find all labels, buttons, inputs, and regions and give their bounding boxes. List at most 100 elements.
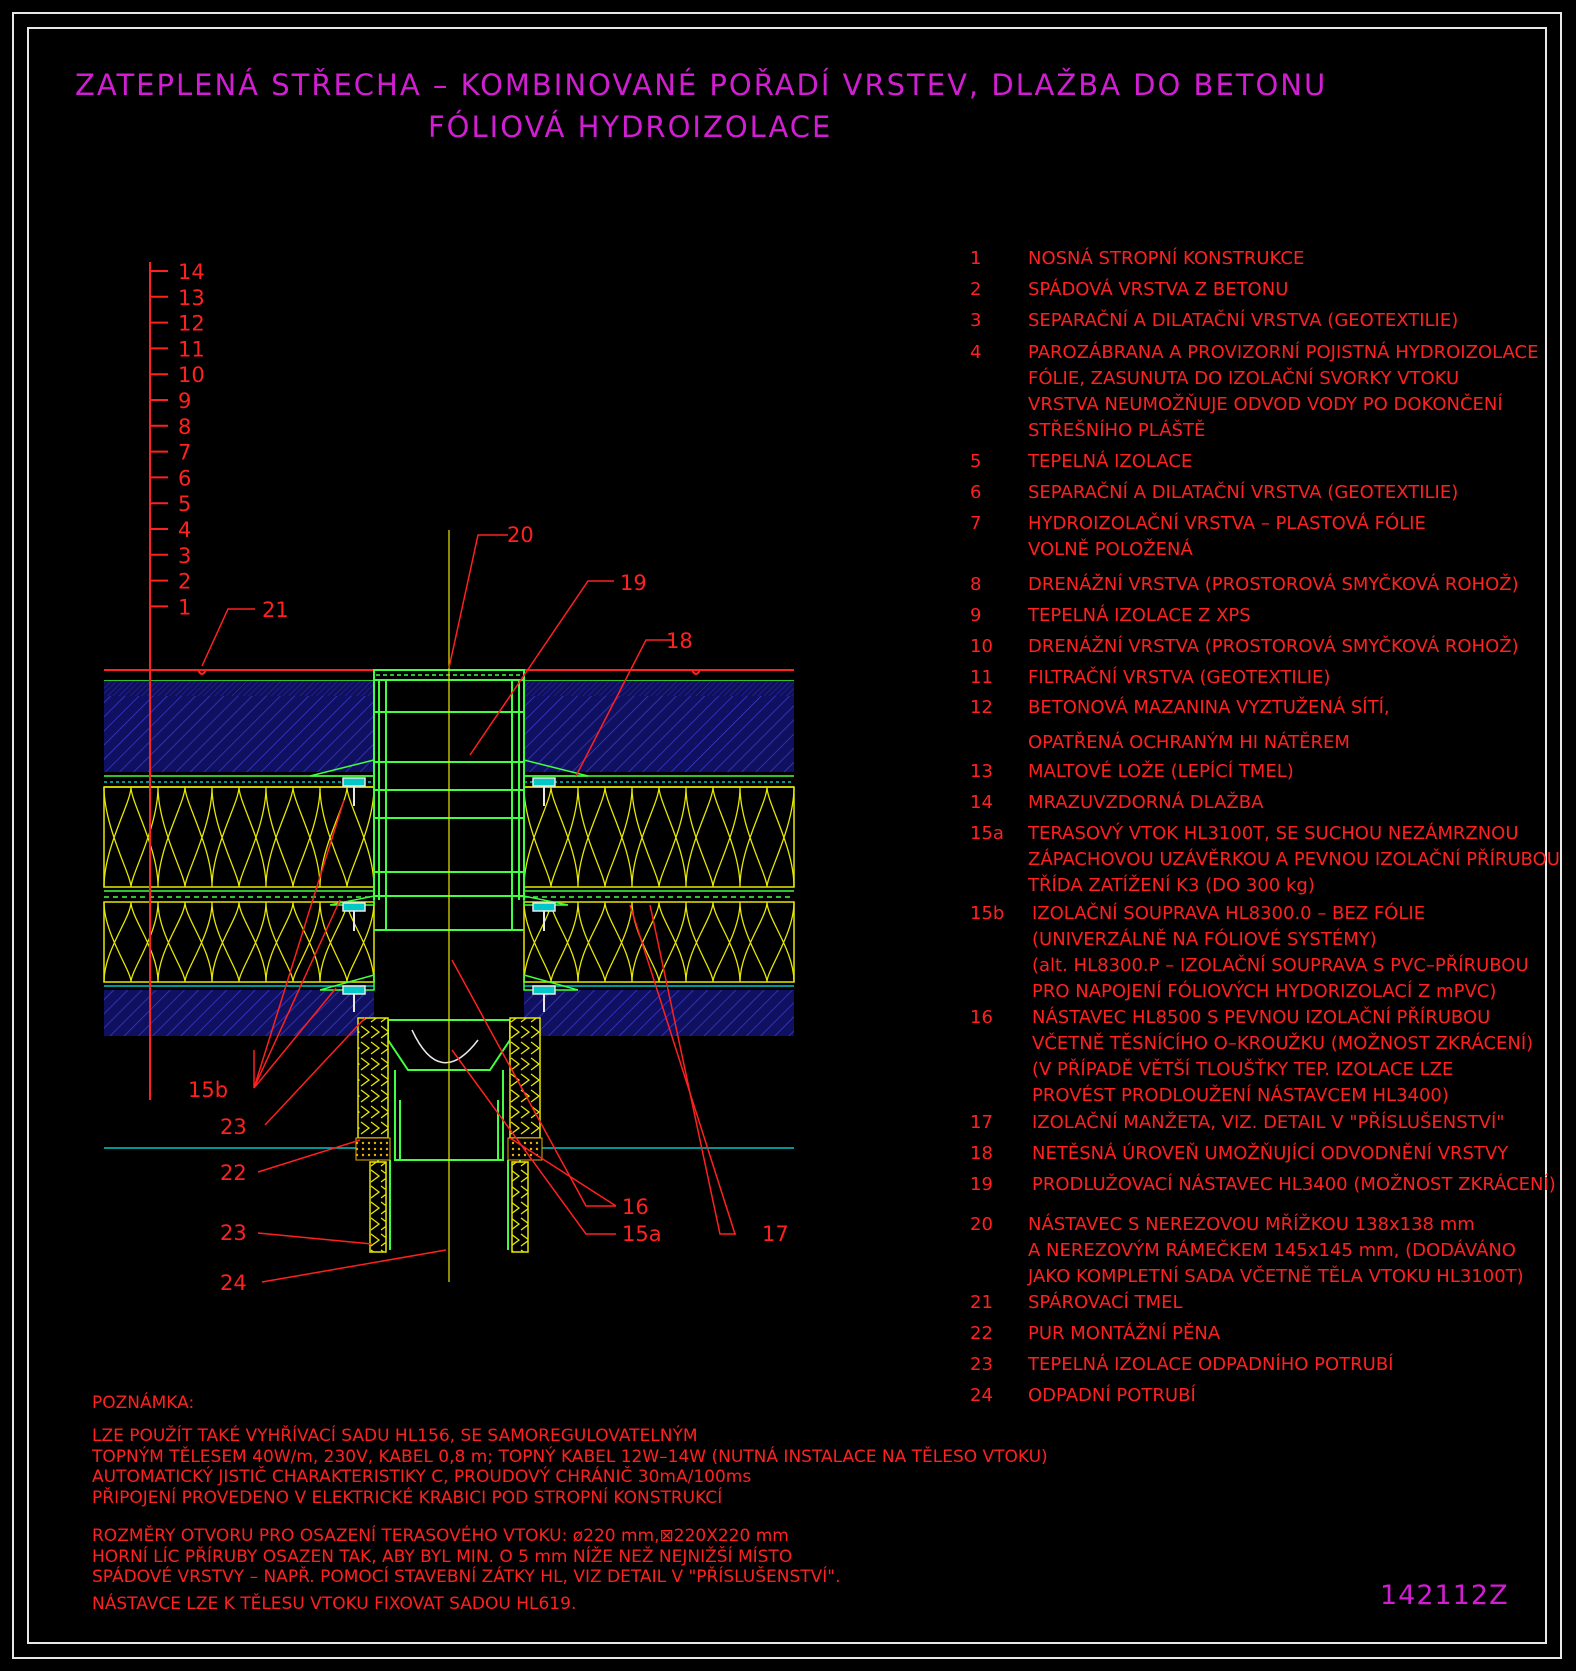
layer-scale-label: 14 [178, 260, 205, 284]
layer-scale-label: 2 [178, 570, 191, 594]
insulation-wave [103, 786, 375, 888]
legend-number: 15a [970, 823, 1004, 844]
legend-number: 6 [970, 482, 982, 503]
legend-number: 16 [970, 1007, 993, 1028]
callout-24: 24 [220, 1271, 247, 1295]
layer-scale-label: 4 [178, 518, 191, 542]
legend-number: 1 [970, 248, 982, 269]
note-line: ROZMĚRY OTVORU PRO OSAZENÍ TERASOVÉHO VT… [92, 1526, 789, 1546]
callout-19: 19 [620, 571, 647, 595]
legend-number: 20 [970, 1214, 993, 1235]
callout-16: 16 [622, 1195, 649, 1219]
note-line: HORNÍ LÍC PŘÍRUBY OSAZEN TAK, ABY BYL MI… [92, 1546, 793, 1567]
legend-text: TEPELNÁ IZOLACE [1028, 451, 1193, 472]
legend-text: VOLNĚ POLOŽENÁ [1028, 539, 1193, 560]
legend-text: TŘÍDA ZATÍŽENÍ K3 (DO 300 kg) [1028, 875, 1315, 896]
legend-number: 19 [970, 1174, 993, 1195]
legend-number: 18 [970, 1143, 993, 1164]
legend-text: SEPARAČNÍ A DILATAČNÍ VRSTVA (GEOTEXTILI… [1028, 310, 1459, 331]
layer-scale-label: 3 [178, 544, 191, 568]
legend-text: IZOLAČNÍ MANŽETA, VIZ. DETAIL V "PŘÍSLUŠ… [1032, 1112, 1505, 1133]
legend-text: JAKO KOMPLETNÍ SADA VČETNĚ TĚLA VTOKU HL… [1028, 1266, 1524, 1287]
legend-text: FILTRAČNÍ VRSTVA (GEOTEXTILIE) [1028, 667, 1331, 688]
legend-text: MRAZUVZDORNÁ DLAŽBA [1028, 792, 1264, 813]
legend-number: 5 [970, 451, 982, 472]
legend-text: PUR MONTÁŽNÍ PĚNA [1028, 1323, 1221, 1344]
legend-number: 10 [970, 636, 993, 657]
legend-text: SEPARAČNÍ A DILATAČNÍ VRSTVA (GEOTEXTILI… [1028, 482, 1459, 503]
layer-scale-label: 12 [178, 312, 205, 336]
legend-number: 17 [970, 1112, 993, 1133]
legend-number: 14 [970, 792, 993, 813]
note-paragraph-2: ROZMĚRY OTVORU PRO OSAZENÍ TERASOVÉHO VT… [92, 1526, 841, 1588]
legend-text: NOSNÁ STROPNÍ KONSTRUKCE [1028, 248, 1305, 269]
legend-text: TEPELNÁ IZOLACE ODPADNÍHO POTRUBÍ [1028, 1354, 1394, 1375]
legend-text: SPÁDOVÁ VRSTVA Z BETONU [1028, 279, 1289, 300]
roof-layers-left [103, 669, 375, 1149]
note-line: PŘIPOJENÍ PROVEDENO V ELEKTRICKÉ KRABICI… [92, 1487, 723, 1508]
note-line: LZE POUŽÍT TAKÉ VYHŘÍVACÍ SADU HL156, SE… [92, 1426, 698, 1446]
legend-text: NÁSTAVEC HL8500 S PEVNOU IZOLAČNÍ PŘÍRUB… [1032, 1007, 1491, 1028]
legend-text: (V PŘÍPADĚ VĚTŠÍ TLOUŠŤKY TEP. IZOLACE L… [1032, 1059, 1454, 1080]
leader-lines [201, 534, 736, 1283]
legend-text: BETONOVÁ MAZANINA VYZTUŽENÁ SÍTÍ, [1028, 697, 1390, 718]
legend-number: 23 [970, 1354, 993, 1375]
callout-23-lower: 23 [220, 1221, 247, 1245]
legend-text: IZOLAČNÍ SOUPRAVA HL8300.0 – BEZ FÓLIE [1032, 903, 1426, 924]
legend-text: NETĚSNÁ ÚROVEŇ UMOŽŇUJÍCÍ ODVODNĚNÍ VRST… [1032, 1143, 1509, 1164]
callout-18: 18 [666, 629, 693, 653]
legend-text: NÁSTAVEC S NEREZOVOU MŘÍŽKOU 138x138 mm [1028, 1214, 1475, 1235]
legend-text: FÓLIE, ZASUNUTA DO IZOLAČNÍ SVORKY VTOKU [1028, 368, 1460, 389]
drawing-code: 142112Z [1380, 1580, 1509, 1611]
legend-text: PRO NAPOJENÍ FÓLIOVÝCH HYDORIZOLACÍ Z mP… [1032, 981, 1497, 1002]
legend-number: 11 [970, 667, 993, 688]
legend-number: 2 [970, 279, 982, 300]
callout-labels: 21 20 19 18 15b 23 22 23 24 16 15a 17 [188, 523, 789, 1295]
roof-layers-right [523, 669, 795, 1149]
legend-text: ODPADNÍ POTRUBÍ [1028, 1385, 1196, 1406]
callout-20: 20 [507, 523, 534, 547]
legend-text: SPÁROVACÍ TMEL [1028, 1292, 1183, 1313]
insulation-wave [523, 901, 795, 983]
legend-text: HYDROIZOLAČNÍ VRSTVA – PLASTOVÁ FÓLIE [1028, 513, 1426, 534]
insulation-wave [523, 786, 795, 888]
note-line: AUTOMATICKÝ JISTIČ CHARAKTERISTIKY C, PR… [92, 1467, 752, 1487]
legend-text: PROVÉST PRODLOUŽENÍ NÁSTAVCEM HL3400) [1032, 1085, 1449, 1106]
callout-15b: 15b [188, 1078, 228, 1102]
legend-number: 24 [970, 1385, 993, 1406]
layer-scale-label: 13 [178, 286, 205, 310]
legend-number: 22 [970, 1323, 993, 1344]
callout-15a: 15a [622, 1222, 662, 1246]
legend-text: DRENÁŽNÍ VRSTVA (PROSTOROVÁ SMYČKOVÁ ROH… [1028, 574, 1519, 595]
legend-number: 12 [970, 697, 993, 718]
legend-text: ZÁPACHOVOU UZÁVĚRKOU A PEVNOU IZOLAČNÍ P… [1028, 849, 1560, 870]
layer-scale-label: 11 [178, 337, 205, 361]
legend-text: MALTOVÉ LOŽE (LEPÍCÍ TMEL) [1028, 761, 1294, 782]
legend-text: VRSTVA NEUMOŽŇUJE ODVOD VODY PO DOKONČEN… [1028, 394, 1503, 415]
note-line: SPÁDOVÉ VRSTVY – NAPŘ. POMOCÍ STAVEBNÍ Z… [92, 1567, 841, 1587]
callout-22: 22 [220, 1161, 247, 1185]
callout-21: 21 [262, 598, 289, 622]
layer-scale-label: 9 [178, 389, 191, 413]
legend-number: 8 [970, 574, 982, 595]
legend-number: 4 [970, 342, 982, 363]
legend-text: A NEREZOVÝM RÁMEČKEM 145x145 mm, (DODÁVÁ… [1028, 1240, 1516, 1261]
layer-scale-label: 1 [178, 595, 191, 619]
legend-text: VČETNĚ TĚSNÍCÍHO O–KROUŽKU (MOŽNOST ZKRÁ… [1032, 1033, 1534, 1054]
legend-text: TERASOVÝ VTOK HL3100T, SE SUCHOU NEZÁMRZ… [1028, 823, 1519, 844]
legend-number: 7 [970, 513, 982, 534]
legend-text: STŘEŠNÍHO PLÁŠTĚ [1028, 420, 1206, 441]
legend-text: (UNIVERZÁLNĚ NA FÓLIOVÉ SYSTÉMY) [1032, 929, 1377, 950]
legend-text: PAROZÁBRANA A PROVIZORNÍ POJISTNÁ HYDROI… [1028, 342, 1539, 363]
note-heading: POZNÁMKA: [92, 1393, 195, 1413]
layer-scale-label: 10 [178, 363, 205, 387]
layer-scale-label: 7 [178, 441, 191, 465]
layer-scale-label: 6 [178, 466, 191, 490]
callout-23-upper: 23 [220, 1115, 247, 1139]
callout-17: 17 [762, 1222, 789, 1246]
note-paragraph-1: LZE POUŽÍT TAKÉ VYHŘÍVACÍ SADU HL156, SE… [92, 1426, 1048, 1508]
legend-number: 9 [970, 605, 982, 626]
legend-number: 3 [970, 310, 982, 331]
note-line: TOPNÝM TĚLESEM 40W/m, 230V, KABEL 0,8 m;… [92, 1446, 1048, 1467]
layer-scale-label: 5 [178, 492, 191, 516]
